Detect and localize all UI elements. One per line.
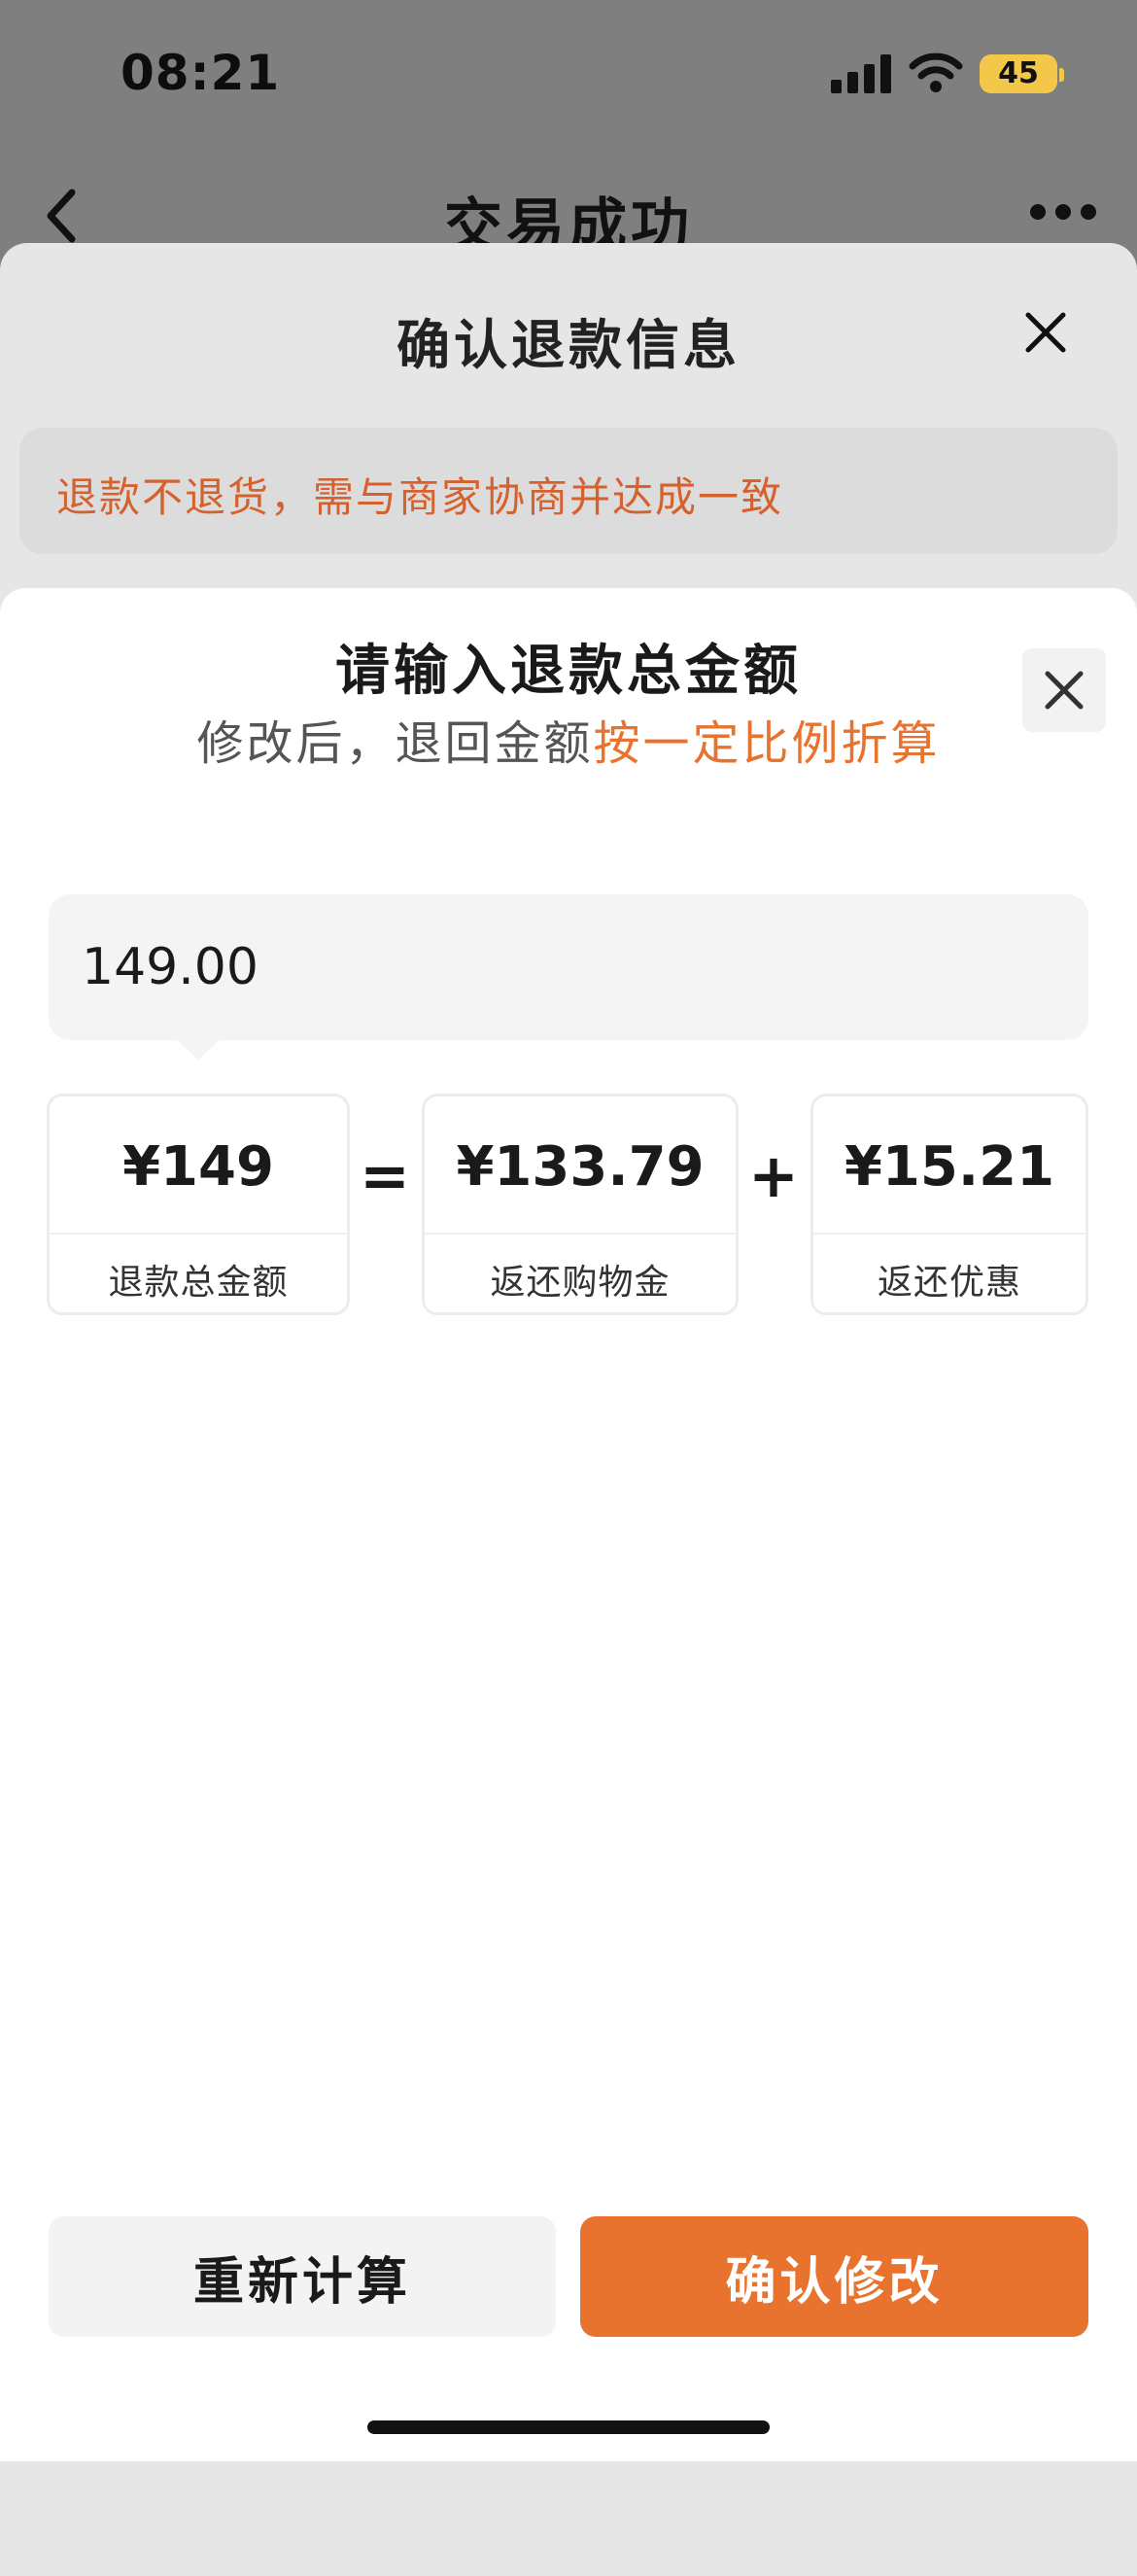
confirm-modify-button[interactable]: 确认修改: [580, 2216, 1088, 2337]
discount-return-label: 返还优惠: [877, 1263, 1021, 1303]
subtitle-prefix: 修改后，退回金额: [196, 716, 594, 771]
close-icon[interactable]: [1024, 311, 1067, 354]
total-refund-label: 退款总金额: [108, 1263, 289, 1303]
notice-banner: 退款不退货，需与商家协商并达成一致: [19, 428, 1118, 554]
refund-amount-input[interactable]: [49, 894, 1088, 1040]
close-button[interactable]: [1022, 648, 1106, 732]
discount-return-value: ¥15.21: [844, 1135, 1055, 1199]
wifi-icon: [909, 52, 963, 92]
subtitle-highlight: 按一定比例折算: [593, 716, 941, 771]
total-refund-value: ¥149: [122, 1135, 274, 1199]
shopping-credit-box: ¥133.79 返还购物金: [422, 1094, 739, 1315]
amount-sheet-subtitle: 修改后，退回金额按一定比例折算: [0, 705, 1137, 773]
status-bar: 08:21 45: [0, 0, 1137, 146]
notice-text: 退款不退货，需与商家协商并达成一致: [56, 473, 784, 521]
more-icon[interactable]: [1030, 204, 1098, 224]
total-refund-box: ¥149 退款总金额: [47, 1094, 350, 1315]
status-time: 08:21: [121, 45, 281, 101]
battery-tip: [1059, 68, 1064, 82]
divider: [50, 1233, 347, 1235]
discount-return-box: ¥15.21 返还优惠: [810, 1094, 1088, 1315]
signal-icon: [831, 54, 891, 93]
divider: [425, 1233, 736, 1235]
close-icon: [1045, 671, 1084, 710]
battery-icon: 45: [980, 54, 1057, 93]
recalculate-button[interactable]: 重新计算: [49, 2216, 556, 2337]
refund-info-title: 确认退款信息: [396, 314, 741, 376]
home-indicator[interactable]: [367, 2420, 770, 2434]
equals-sign: =: [360, 1140, 410, 1211]
plus-sign: +: [748, 1140, 799, 1211]
shopping-credit-label: 返还购物金: [490, 1263, 671, 1303]
divider: [813, 1233, 1085, 1235]
refund-amount-sheet: 请输入退款总金额 修改后，退回金额按一定比例折算 ¥149 退款总金额 = ¥1…: [0, 588, 1137, 2461]
input-pointer: [175, 1038, 222, 1060]
amount-sheet-title: 请输入退款总金额: [335, 640, 802, 703]
shopping-credit-value: ¥133.79: [456, 1135, 705, 1199]
